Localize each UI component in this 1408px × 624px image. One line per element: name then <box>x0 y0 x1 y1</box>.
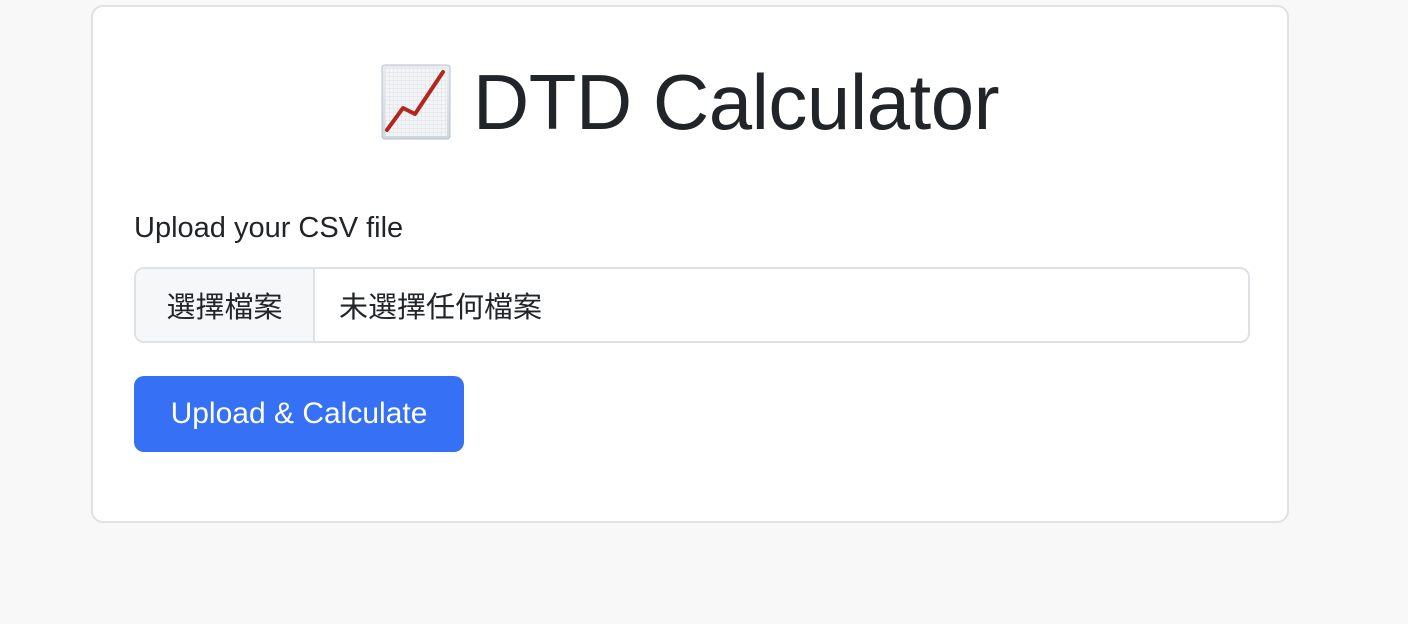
page-header: DTD Calculator <box>93 55 1287 149</box>
csv-upload-label: Upload your CSV file <box>134 212 404 244</box>
page-title: DTD Calculator <box>472 58 1000 146</box>
csv-file-input[interactable]: 選擇檔案 未選擇任何檔案 <box>134 267 1250 343</box>
upload-calculate-button[interactable]: Upload & Calculate <box>134 376 464 452</box>
upload-card: DTD Calculator Upload your CSV file 選擇檔案… <box>91 5 1289 523</box>
file-status-text: 未選擇任何檔案 <box>339 292 543 324</box>
chart-increasing-icon <box>381 64 451 140</box>
choose-file-button[interactable]: 選擇檔案 <box>136 269 315 341</box>
